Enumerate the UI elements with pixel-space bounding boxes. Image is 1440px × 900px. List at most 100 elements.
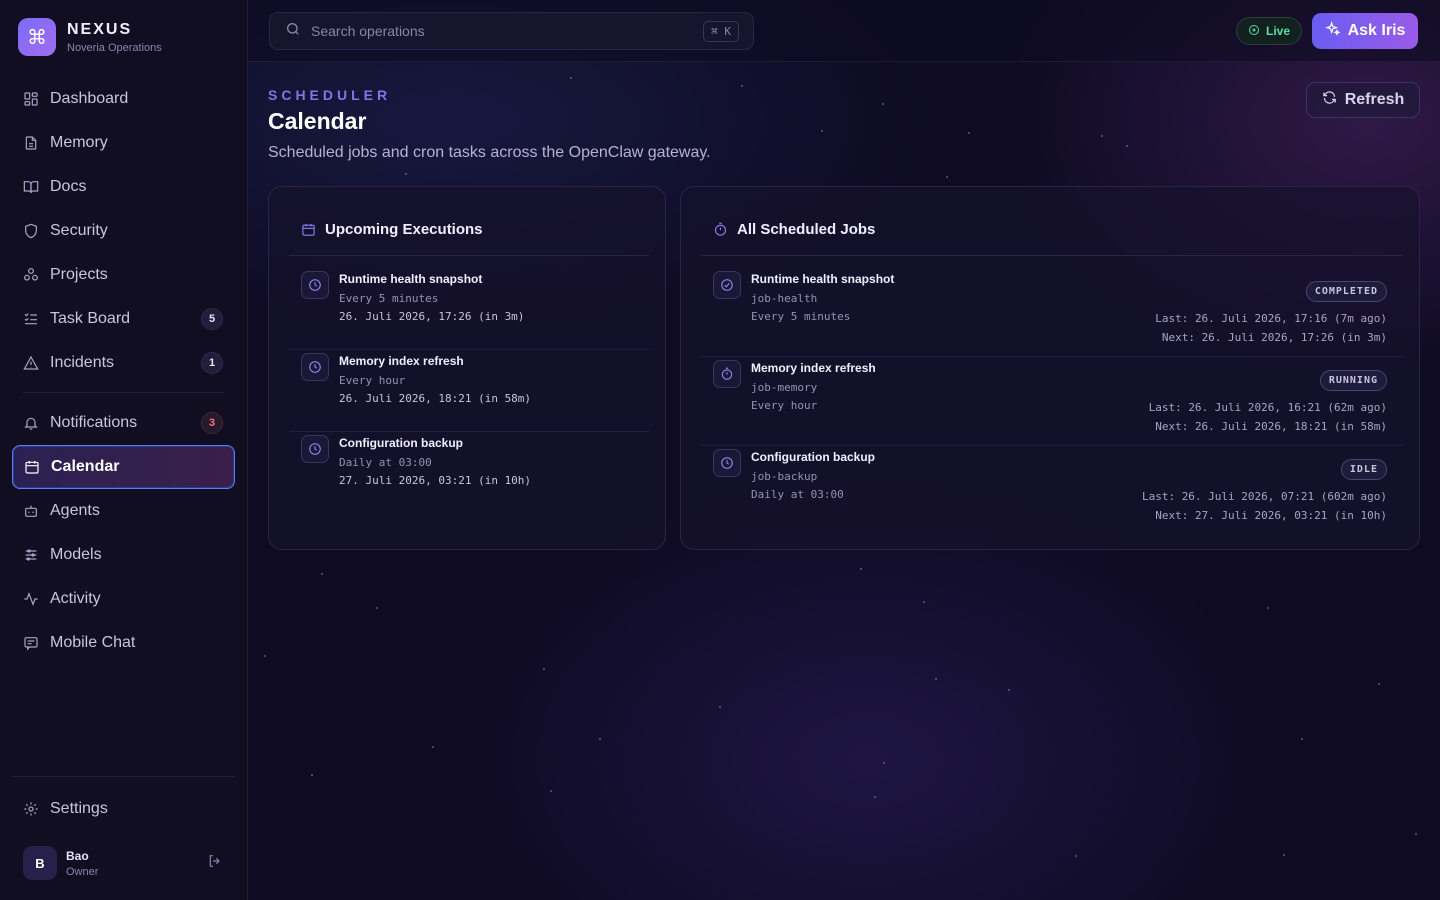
sidebar-footer: Settings B Bao Owner: [12, 776, 235, 891]
sidebar-item-label: Task Board: [50, 310, 131, 327]
last-run: Last: 26. Juli 2026, 07:21 (602m ago): [1141, 490, 1387, 503]
calendar-icon: [24, 459, 40, 475]
card-title: Upcoming Executions: [325, 221, 483, 238]
page-title: Calendar: [268, 108, 367, 134]
table-row[interactable]: Memory index refresh job-memory Every ho…: [701, 360, 1403, 446]
live-status-badge[interactable]: Live: [1236, 17, 1303, 45]
refresh-icon: [1322, 90, 1345, 110]
main-nav: Dashboard Memory Docs Security Projects …: [12, 77, 235, 665]
job-name: Memory index refresh: [339, 354, 464, 368]
book-icon: [23, 179, 39, 195]
card-header: All Scheduled Jobs: [701, 209, 1403, 256]
star: [550, 790, 552, 792]
job-id: job-memory: [751, 381, 818, 394]
sidebar-item-activity[interactable]: Activity: [12, 577, 235, 621]
avatar: B: [23, 846, 57, 880]
sidebar-item-label: Models: [50, 546, 102, 563]
list-item[interactable]: Memory index refresh Every hour 26. Juli…: [289, 353, 649, 432]
check-circle-icon: [713, 271, 741, 299]
job-schedule: Every 5 minutes: [339, 292, 439, 305]
card-title: All Scheduled Jobs: [737, 221, 876, 238]
command-icon: ⌘: [18, 18, 56, 56]
table-row[interactable]: Configuration backup job-backup Daily at…: [701, 449, 1403, 535]
star: [1101, 135, 1103, 137]
topbar: ⌘ K Live Ask Iris: [248, 0, 1440, 62]
sidebar-item-settings[interactable]: Settings: [12, 787, 235, 831]
warning-icon: [23, 355, 39, 371]
star: [821, 130, 823, 132]
sidebar-item-security[interactable]: Security: [12, 209, 235, 253]
sidebar-item-label: Memory: [50, 134, 108, 151]
clock-icon: [301, 353, 329, 381]
status-badge: IDLE: [1340, 459, 1387, 480]
star: [935, 678, 937, 680]
search-bar[interactable]: ⌘ K: [269, 12, 754, 50]
sidebar-item-agents[interactable]: Agents: [12, 489, 235, 533]
shield-icon: [23, 223, 39, 239]
user-profile[interactable]: B Bao Owner: [12, 835, 235, 891]
count-badge: 3: [201, 412, 223, 434]
job-name: Runtime health snapshot: [339, 272, 483, 286]
calendar-icon: [301, 209, 325, 242]
search-input[interactable]: [311, 23, 681, 39]
refresh-label: Refresh: [1344, 91, 1405, 108]
star: [883, 762, 885, 764]
status-badge: COMPLETED: [1305, 281, 1387, 302]
star: [1267, 607, 1269, 609]
job-name: Memory index refresh: [751, 361, 876, 375]
next-run: Next: 27. Juli 2026, 03:21 (in 10h): [1155, 509, 1387, 522]
star: [376, 607, 378, 609]
sidebar-item-dashboard[interactable]: Dashboard: [12, 77, 235, 121]
chat-icon: [23, 635, 39, 651]
sidebar-item-label: Security: [50, 222, 108, 239]
refresh-button[interactable]: Refresh: [1306, 82, 1420, 118]
next-run: Next: 26. Juli 2026, 18:21 (in 58m): [1155, 420, 1387, 433]
star: [946, 176, 948, 178]
ask-iris-label: Ask Iris: [1347, 22, 1406, 39]
star: [599, 738, 601, 740]
brand[interactable]: ⌘ NEXUS Noveria Operations: [18, 18, 162, 56]
grid-icon: [23, 91, 39, 107]
star: [874, 796, 876, 798]
count-badge: 5: [201, 308, 223, 330]
checklist-icon: [23, 311, 39, 327]
card-header: Upcoming Executions: [289, 209, 649, 256]
list-item[interactable]: Configuration backup Daily at 03:00 27. …: [289, 435, 649, 514]
job-id: job-backup: [751, 470, 818, 483]
sidebar-item-notifications[interactable]: Notifications 3: [12, 401, 235, 445]
live-dot-icon: [1248, 24, 1266, 39]
job-schedule: Every hour: [751, 399, 818, 412]
sidebar-item-task-board[interactable]: Task Board 5: [12, 297, 235, 341]
star: [570, 77, 572, 79]
star: [543, 668, 545, 670]
job-name: Configuration backup: [751, 450, 875, 464]
sidebar-item-memory[interactable]: Memory: [12, 121, 235, 165]
clock-icon: [713, 449, 741, 477]
last-run: Last: 26. Juli 2026, 16:21 (62m ago): [1148, 401, 1387, 414]
page-eyebrow: SCHEDULER: [268, 87, 392, 103]
sidebar-item-mobile-chat[interactable]: Mobile Chat: [12, 621, 235, 665]
bell-icon: [23, 415, 39, 431]
sidebar-item-docs[interactable]: Docs: [12, 165, 235, 209]
sidebar-item-projects[interactable]: Projects: [12, 253, 235, 297]
list-item[interactable]: Runtime health snapshot Every 5 minutes …: [289, 271, 649, 350]
star: [1415, 833, 1417, 835]
sidebar-item-label: Mobile Chat: [50, 634, 136, 651]
status-badge: RUNNING: [1319, 370, 1387, 391]
logout-icon[interactable]: [207, 853, 223, 874]
document-icon: [23, 135, 39, 151]
sidebar-item-label: Incidents: [50, 354, 115, 371]
next-run: 27. Juli 2026, 03:21 (in 10h): [339, 474, 532, 487]
sidebar-item-incidents[interactable]: Incidents 1: [12, 341, 235, 385]
job-name: Configuration backup: [339, 436, 463, 450]
sidebar-item-models[interactable]: Models: [12, 533, 235, 577]
sidebar-item-calendar[interactable]: Calendar: [12, 445, 235, 489]
sidebar-item-label: Projects: [50, 266, 108, 283]
job-schedule: Daily at 03:00: [339, 456, 432, 469]
star: [432, 746, 434, 748]
star: [741, 85, 743, 87]
sidebar-item-label: Docs: [50, 178, 87, 195]
star: [311, 774, 313, 776]
ask-iris-button[interactable]: Ask Iris: [1312, 13, 1418, 49]
table-row[interactable]: Runtime health snapshot job-health Every…: [701, 271, 1403, 357]
